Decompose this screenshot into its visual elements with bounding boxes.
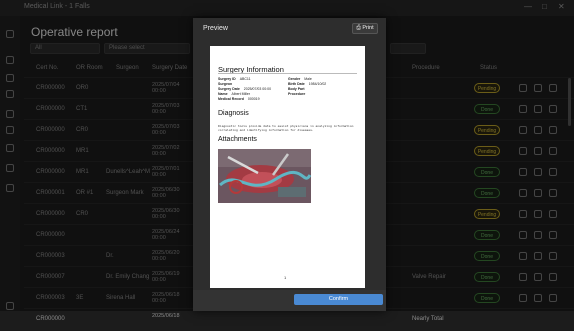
doc-field: Name Albert Miller [218, 92, 250, 96]
doc-field-value: 1984/10/02 [308, 82, 327, 86]
doc-field: Medical Record 000019 [218, 97, 260, 101]
table-row[interactable]: CR000000 Nearly Total 2025/06/18 [24, 308, 574, 331]
doc-field: Gender Male [288, 77, 312, 81]
doc-field-label: Procedure [288, 92, 306, 96]
doc-field-value: Male [304, 77, 312, 81]
doc-field-label: Surgery Date [218, 87, 240, 91]
preview-dialog: Preview ⎙ Print Surgery Information Surg… [193, 18, 386, 311]
doc-field-label: Birth Date [288, 82, 305, 86]
attachments-heading: Attachments [218, 136, 257, 143]
doc-field: Birth Date 1984/10/02 [288, 82, 326, 86]
doc-field-label: Medical Record [218, 97, 244, 101]
document-preview: Surgery Information Surgery ID ABC11 Surge… [210, 46, 365, 288]
diagnosis-heading: Diagnosis [218, 110, 249, 117]
surgery-photo [218, 149, 311, 203]
doc-field-value: Albert Miller [231, 92, 251, 96]
doc-field-label: Name [218, 92, 228, 96]
dialog-title: Preview [203, 25, 228, 32]
doc-field-label: Gender [288, 77, 301, 81]
doc-field-label: Surgeon [218, 82, 233, 86]
date-value: 2025/06/18 [152, 313, 180, 319]
doc-field: Surgery Date 2025/07/03 00:00 [218, 87, 271, 91]
cell-procedure: Nearly Total [412, 316, 444, 322]
print-label: Print [362, 25, 374, 31]
doc-field: Surgery ID ABC11 [218, 77, 251, 81]
page-number: 1 [284, 275, 287, 280]
doc-field-label: Body Part [288, 87, 305, 91]
doc-field: Body Part [288, 87, 309, 91]
doc-field-value: ABC11 [239, 77, 251, 81]
cell-surgery-date: 2025/06/18 [152, 313, 180, 319]
confirm-button[interactable]: Confirm [294, 294, 383, 305]
doc-field: Procedure [288, 92, 309, 96]
doc-field: Surgeon [218, 82, 236, 86]
cell-cert-no: CR000000 [36, 316, 65, 322]
print-button[interactable]: ⎙ Print [352, 23, 378, 34]
doc-field-value: 2025/07/03 00:00 [243, 87, 272, 91]
doc-field-label: Surgery ID [218, 77, 236, 81]
doc-divider [218, 73, 357, 74]
doc-field-value: 000019 [247, 97, 260, 101]
attachment-image[interactable] [218, 149, 311, 203]
diagnosis-text: Diagnostic tools provide data to assist … [218, 124, 354, 132]
